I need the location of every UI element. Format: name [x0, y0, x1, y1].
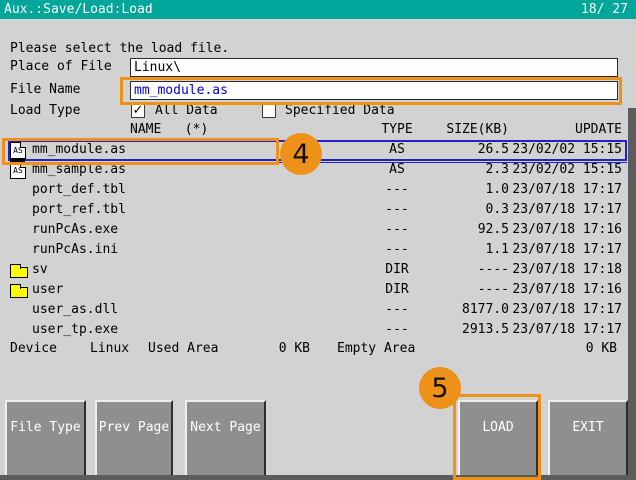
- empty-area-value: 0 KB: [585, 341, 617, 356]
- table-row-runpcas-ini[interactable]: runPcAs.ini --- 1.1 23/07/18 17:17: [8, 240, 627, 260]
- bottom-frame-strip: [0, 475, 636, 480]
- annotation-step-4-badge: 4: [280, 133, 322, 175]
- specified-data-label: Specified Data: [285, 103, 395, 118]
- table-rows: AS mm_module.as AS 26.5 23/02/02 15:15 A…: [8, 140, 627, 340]
- right-frame-strip: [628, 108, 636, 480]
- file-name-label: File Name: [10, 82, 81, 97]
- checkmark-icon: ✓: [132, 103, 144, 118]
- status-bar: Device Linux Used Area 0 KB Empty Area 0…: [0, 341, 636, 359]
- file-name-cell: user: [32, 282, 64, 297]
- device-label: Device: [10, 341, 57, 356]
- file-name-input[interactable]: mm_module.as: [130, 81, 618, 100]
- file-name-cell: port_def.tbl: [32, 182, 126, 197]
- file-type-button[interactable]: File Type: [5, 400, 86, 477]
- as-file-icon: AS: [10, 141, 26, 159]
- table-row-port-def[interactable]: port_def.tbl --- 1.0 23/07/18 17:17: [8, 180, 627, 200]
- place-of-file-input[interactable]: Linux\: [130, 58, 618, 77]
- empty-area-label: Empty Area: [337, 341, 416, 356]
- folder-icon: [10, 283, 28, 298]
- table-row-runpcas-exe[interactable]: runPcAs.exe --- 92.5 23/07/18 17:16: [8, 220, 627, 240]
- header-type: TYPE: [381, 122, 413, 137]
- exit-button[interactable]: EXIT: [548, 400, 628, 477]
- place-of-file-label: Place of File: [10, 59, 112, 74]
- annotation-step-5-number: 5: [431, 372, 449, 404]
- all-data-checkbox[interactable]: ✓: [131, 104, 145, 118]
- file-name-cell: sv: [32, 262, 48, 277]
- file-name-cell: port_ref.tbl: [32, 202, 126, 217]
- load-type-label: Load Type: [10, 103, 81, 118]
- page-counter: 18/ 27: [581, 2, 628, 17]
- table-row-user-dir[interactable]: user DIR ---- 23/07/18 17:16: [8, 280, 627, 300]
- annotation-step-4-number: 4: [292, 138, 310, 170]
- instruction-text: Please select the load file.: [10, 41, 230, 56]
- header-size: SIZE(KB): [446, 122, 509, 137]
- save-load-screen: Aux.:Save/Load:Load 18/ 27 Please select…: [0, 0, 636, 480]
- file-name-cell: user_as.dll: [32, 302, 119, 317]
- specified-data-checkbox[interactable]: [262, 104, 276, 118]
- annotation-step-5-badge: 5: [419, 367, 461, 409]
- load-button[interactable]: LOAD: [458, 400, 538, 477]
- file-name-cell: runPcAs.exe: [32, 222, 119, 237]
- table-row-user-tp-exe[interactable]: user_tp.exe --- 2913.5 23/07/18 17:17: [8, 320, 627, 340]
- as-file-icon: AS: [10, 161, 26, 179]
- title-bar: Aux.:Save/Load:Load 18/ 27: [0, 0, 636, 19]
- prev-page-button[interactable]: Prev Page: [95, 400, 173, 477]
- used-area-label: Used Area: [148, 341, 219, 356]
- file-name-cell: user_tp.exe: [32, 322, 119, 337]
- table-header-row: NAME (*) TYPE SIZE(KB) UPDATE: [8, 120, 627, 140]
- table-row-port-ref[interactable]: port_ref.tbl --- 0.3 23/07/18 17:17: [8, 200, 627, 220]
- all-data-label: All Data: [155, 103, 218, 118]
- used-area-value: 0 KB: [278, 341, 310, 356]
- table-row-sv-dir[interactable]: sv DIR ---- 23/07/18 17:18: [8, 260, 627, 280]
- page-title: Aux.:Save/Load:Load: [4, 2, 153, 17]
- device-value: Linux: [90, 341, 130, 356]
- header-name: NAME (*): [130, 122, 209, 137]
- table-row-user-as-dll[interactable]: user_as.dll --- 8177.0 23/07/18 17:17: [8, 300, 627, 320]
- next-page-button[interactable]: Next Page: [185, 400, 266, 477]
- file-name-cell: runPcAs.ini: [32, 242, 119, 257]
- folder-icon: [10, 263, 28, 278]
- header-update: UPDATE: [575, 122, 622, 137]
